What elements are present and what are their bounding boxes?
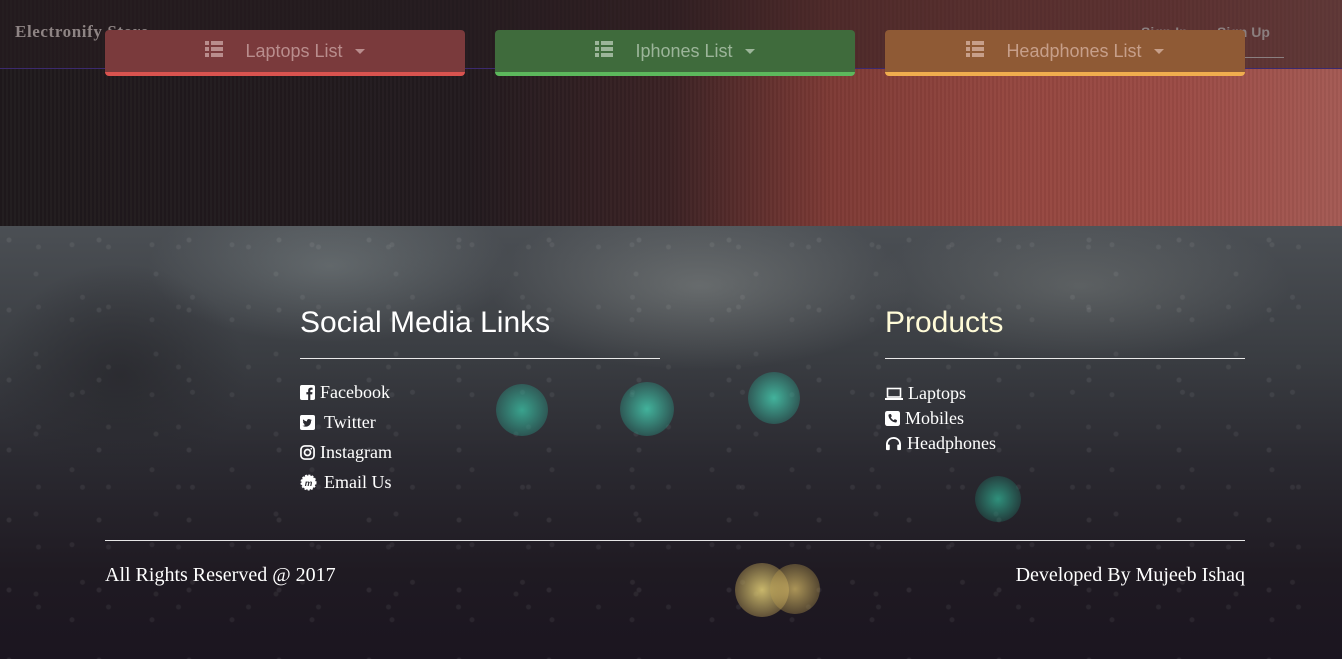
phone-icon <box>885 411 900 426</box>
laptop-icon <box>885 387 903 400</box>
link-label: Twitter <box>324 412 376 432</box>
instagram-icon <box>300 445 315 460</box>
bokeh-light <box>770 564 820 614</box>
developer-credit: Developed By Mujeeb Ishaq <box>1015 564 1245 586</box>
caret-down-icon <box>354 48 365 54</box>
link-label: Instagram <box>320 442 392 462</box>
email-icon: m <box>300 474 317 491</box>
dropdown-label: Headphones List <box>1006 40 1142 61</box>
link-label: Email Us <box>324 472 392 492</box>
link-label: Headphones <box>907 433 996 453</box>
instagram-link[interactable]: Instagram <box>300 442 392 463</box>
laptops-list-dropdown[interactable]: Laptops List <box>105 30 465 76</box>
link-label: Facebook <box>320 382 390 402</box>
bokeh-light <box>496 384 548 436</box>
link-label: Mobiles <box>905 408 965 428</box>
list-icon <box>205 41 224 57</box>
social-media-title: Social Media Links <box>300 306 551 339</box>
dropdown-label: Laptops List <box>245 40 343 61</box>
bokeh-light <box>748 372 800 424</box>
twitter-link[interactable]: Twitter <box>300 412 376 433</box>
footer-background <box>0 226 1342 659</box>
headphones-list-dropdown[interactable]: Headphones List <box>885 30 1245 76</box>
laptops-link[interactable]: Laptops <box>885 383 966 404</box>
bokeh-light <box>975 476 1021 522</box>
headphones-link[interactable]: Headphones <box>885 433 996 454</box>
rain-drops-texture <box>0 226 1342 659</box>
caret-down-icon <box>744 48 755 54</box>
iphones-list-dropdown[interactable]: Iphones List <box>495 30 855 76</box>
copyright-text: All Rights Reserved @ 2017 <box>105 564 336 586</box>
headphones-icon <box>886 436 901 451</box>
products-divider <box>885 358 1245 359</box>
mobiles-link[interactable]: Mobiles <box>885 408 964 429</box>
footer-bottom-divider <box>105 540 1245 541</box>
svg-text:m: m <box>305 478 313 488</box>
dropdown-label: Iphones List <box>635 40 733 61</box>
social-divider <box>300 358 660 359</box>
facebook-link[interactable]: Facebook <box>300 382 390 403</box>
email-us-link[interactable]: m Email Us <box>300 472 392 493</box>
bokeh-light <box>620 382 674 436</box>
caret-down-icon <box>1153 48 1164 54</box>
facebook-icon <box>300 385 315 400</box>
link-label: Laptops <box>908 383 966 403</box>
twitter-icon <box>300 415 315 430</box>
list-icon <box>966 41 985 57</box>
list-icon <box>595 41 614 57</box>
products-title: Products <box>885 306 1004 339</box>
